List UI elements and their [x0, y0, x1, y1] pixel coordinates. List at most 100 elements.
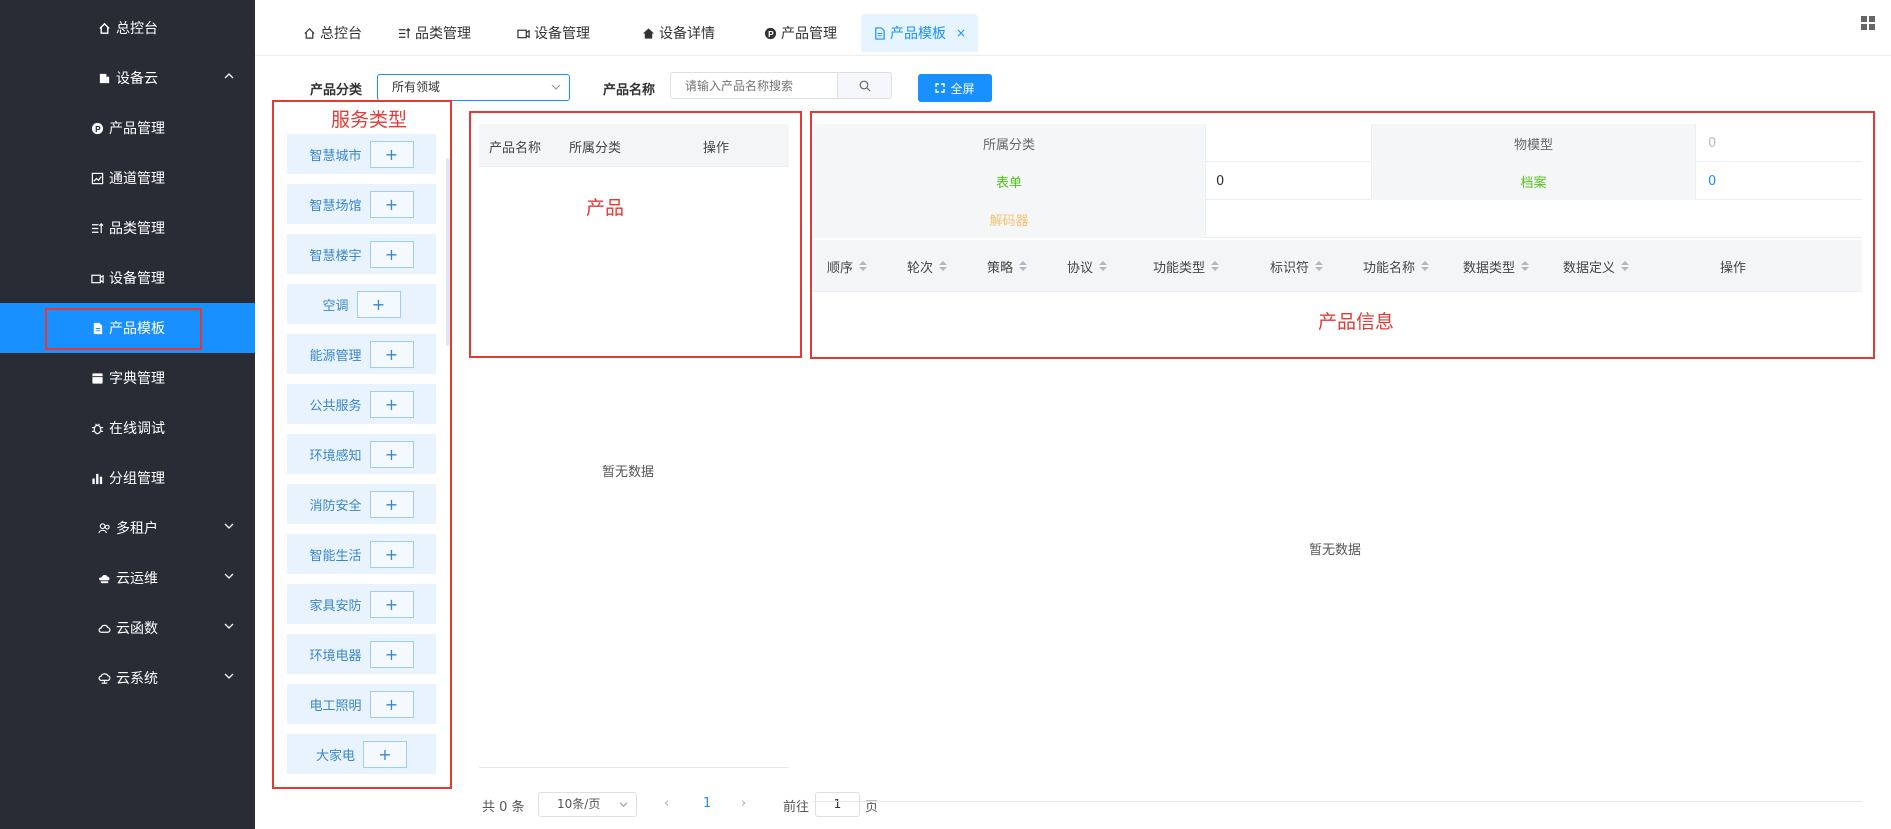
product-annotation: 产品 — [586, 197, 625, 219]
next-page-button[interactable]: › — [741, 796, 746, 811]
product-table-header: 产品名称 所属分类 操作 — [479, 124, 789, 167]
column-header-strategy[interactable]: 策略 — [987, 257, 1028, 276]
product-info-annotation: 产品信息 — [1318, 311, 1395, 333]
service-type-label: 消防安全 — [309, 498, 362, 514]
page-size-select[interactable]: 10条/页 — [538, 792, 637, 817]
service-type-item[interactable]: 智慧城市 + — [287, 134, 436, 174]
service-type-item[interactable]: 消防安全 + — [287, 484, 436, 524]
add-service-button[interactable]: + — [363, 740, 407, 768]
column-header-round[interactable]: 轮次 — [907, 257, 948, 276]
column-header-function-type[interactable]: 功能类型 — [1153, 257, 1220, 276]
column-header-order[interactable]: 顺序 — [827, 257, 868, 276]
product-name-search-input[interactable] — [670, 72, 838, 99]
sort-icon[interactable] — [1521, 260, 1530, 273]
grid-menu-icon[interactable] — [1861, 16, 1875, 30]
column-header-protocol[interactable]: 协议 — [1067, 257, 1108, 276]
sort-icon[interactable] — [859, 260, 868, 273]
sort-icon[interactable] — [1421, 260, 1430, 273]
service-type-item[interactable]: 智慧场馆 + — [287, 184, 436, 224]
tab-device-detail[interactable]: 设备详情 — [630, 14, 727, 52]
info-value-archive[interactable]: 0 — [1696, 162, 1862, 200]
service-type-item[interactable]: 环境电器 + — [287, 634, 436, 674]
service-type-item[interactable]: 空调 + — [287, 284, 436, 324]
service-type-label: 智慧城市 — [309, 148, 362, 164]
add-service-button[interactable]: + — [369, 190, 414, 218]
sidebar-item-device-management[interactable]: 设备管理 — [0, 253, 255, 303]
sidebar-item-online-debug[interactable]: 在线调试 — [0, 403, 255, 453]
goto-label: 前往 — [783, 800, 810, 815]
prev-page-button[interactable]: ‹ — [664, 796, 669, 811]
add-service-button[interactable]: + — [369, 540, 414, 568]
service-type-label: 大家电 — [315, 748, 355, 764]
device-cloud-icon — [97, 71, 111, 85]
add-service-button[interactable]: + — [369, 240, 414, 268]
sidebar-item-cloud-functions[interactable]: 云函数 — [0, 603, 255, 653]
column-header-data-type[interactable]: 数据类型 — [1463, 257, 1530, 276]
category-select-value: 所有领域 — [392, 80, 441, 94]
service-type-item[interactable]: 公共服务 + — [287, 384, 436, 424]
service-type-item[interactable]: 智能生活 + — [287, 534, 436, 574]
service-type-label: 家具安防 — [309, 598, 362, 614]
info-value-form: 0 — [1206, 162, 1372, 200]
goto-page-input[interactable]: 1 — [815, 792, 860, 817]
sort-icon[interactable] — [1019, 260, 1028, 273]
close-icon[interactable]: × — [956, 26, 966, 40]
info-label-category: 所属分类 — [813, 124, 1206, 162]
chevron-down-icon — [224, 623, 234, 629]
add-service-button[interactable]: + — [369, 440, 414, 468]
sort-icon[interactable] — [939, 260, 948, 273]
users-icon — [97, 521, 111, 535]
function-table-header: 顺序 轮次 策略 协议 功能类型 标识符 功能名称 数据类型 数据定义 操作 — [813, 240, 1862, 292]
tab-product-template[interactable]: 产品模板 × — [861, 14, 979, 52]
service-type-item[interactable]: 大家电 + — [287, 734, 436, 774]
sort-icon[interactable] — [1621, 260, 1630, 273]
service-type-label: 智能生活 — [309, 548, 362, 564]
sort-icon[interactable] — [1099, 260, 1108, 273]
add-service-button[interactable]: + — [369, 590, 414, 618]
service-list-scrollbar[interactable] — [446, 158, 450, 346]
info-label-form: 表单 — [813, 162, 1206, 200]
add-service-button[interactable]: + — [369, 690, 414, 718]
current-page[interactable]: 1 — [703, 796, 711, 811]
column-header-identifier[interactable]: 标识符 — [1270, 257, 1324, 276]
active-item-highlight — [45, 308, 202, 350]
sidebar-item-product-management[interactable]: P 产品管理 — [0, 103, 255, 153]
tab-device-management[interactable]: 设备管理 — [505, 14, 602, 52]
add-service-button[interactable]: + — [369, 340, 414, 368]
sidebar-item-device-cloud[interactable]: 设备云 — [0, 53, 255, 103]
sidebar-item-label: 字典管理 — [109, 371, 165, 387]
sort-icon[interactable] — [1315, 260, 1324, 273]
sidebar-item-dictionary-management[interactable]: 字典管理 — [0, 353, 255, 403]
tab-dashboard[interactable]: 总控台 — [291, 14, 374, 52]
tab-category-management[interactable]: 品类管理 — [386, 14, 483, 52]
category-select[interactable]: 所有领域 — [377, 74, 570, 101]
service-type-item[interactable]: 智慧楼宇 + — [287, 234, 436, 274]
sidebar: 总控台 设备云 P 产品管理 通道管理 品类管理 设备管理 产品模板 字典管理 … — [0, 0, 255, 829]
sidebar-item-category-management[interactable]: 品类管理 — [0, 203, 255, 253]
column-header-label: 顺序 — [827, 261, 854, 276]
add-service-button[interactable]: + — [369, 140, 414, 168]
sidebar-item-multi-tenant[interactable]: 多租户 — [0, 503, 255, 553]
column-header-data-definition[interactable]: 数据定义 — [1563, 257, 1630, 276]
service-type-item[interactable]: 能源管理 + — [287, 334, 436, 374]
sidebar-item-dashboard[interactable]: 总控台 — [0, 3, 255, 53]
fullscreen-button[interactable]: 全屏 — [918, 74, 992, 102]
sidebar-item-cloud-system[interactable]: 云系统 — [0, 653, 255, 703]
column-header-label: 协议 — [1067, 261, 1094, 276]
sort-icon[interactable] — [1211, 260, 1220, 273]
sidebar-item-cloud-ops[interactable]: 云运维 — [0, 553, 255, 603]
product-p-icon: P — [764, 27, 777, 39]
add-service-button[interactable]: + — [369, 390, 414, 418]
service-type-item[interactable]: 环境感知 + — [287, 434, 436, 474]
column-header-function-name[interactable]: 功能名称 — [1363, 257, 1430, 276]
add-service-button[interactable]: + — [356, 290, 401, 318]
sidebar-item-group-management[interactable]: 分组管理 — [0, 453, 255, 503]
add-service-button[interactable]: + — [369, 640, 414, 668]
service-type-item[interactable]: 家具安防 + — [287, 584, 436, 624]
service-type-item[interactable]: 电工照明 + — [287, 684, 436, 724]
search-button[interactable] — [837, 72, 892, 99]
column-header-label: 标识符 — [1270, 261, 1310, 276]
sidebar-item-channel-management[interactable]: 通道管理 — [0, 153, 255, 203]
tab-product-management[interactable]: P 产品管理 — [752, 14, 849, 52]
add-service-button[interactable]: + — [369, 490, 414, 518]
